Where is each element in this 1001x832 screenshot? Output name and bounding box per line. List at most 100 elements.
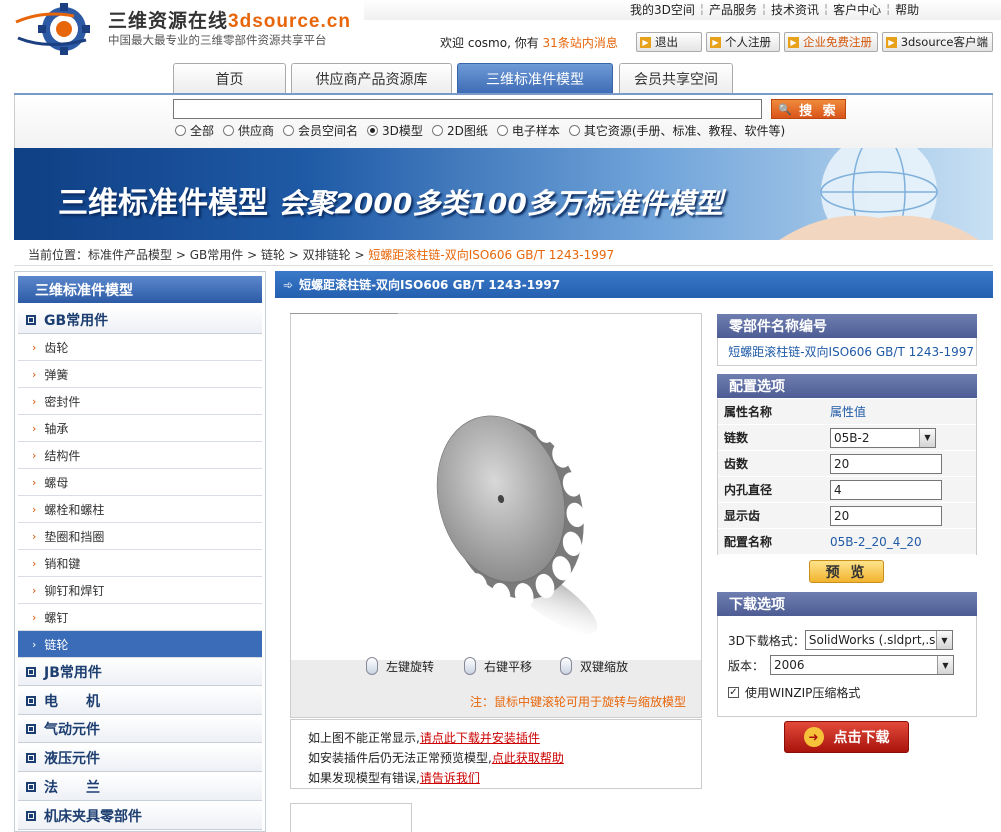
breadcrumb-link[interactable]: 链轮 — [261, 248, 285, 262]
download-button[interactable]: ➜ 点击下载 — [784, 721, 909, 753]
version-select[interactable]: 2006 ▼ — [770, 655, 954, 675]
chevron-right-icon: › — [32, 367, 37, 381]
scope-other-resources[interactable]: 其它资源(手册、标准、教程、软件等) — [568, 122, 785, 139]
scope-e-catalog[interactable]: 电子样本 — [496, 122, 560, 139]
site-logo[interactable] — [14, 2, 100, 56]
sidebar-item-seal[interactable]: › 密封件 — [18, 388, 262, 415]
chevron-right-icon: › — [32, 583, 37, 597]
top-link-my-3d-space[interactable]: 我的3D空间 — [630, 1, 695, 18]
breadcrumb-link[interactable]: 双排链轮 — [303, 248, 351, 262]
username: cosmo — [467, 36, 508, 50]
display-teeth-input[interactable]: 20 — [830, 505, 942, 526]
scope-all[interactable]: 全部 — [175, 122, 214, 139]
site-name-cn: 三维资源在线 — [108, 10, 229, 32]
personal-register-button[interactable]: ▶ 个人注册 — [706, 32, 780, 52]
chevron-down-icon: ▼ — [919, 428, 935, 447]
category-icon — [26, 782, 36, 792]
sidebar-item-spring[interactable]: › 弹簧 — [18, 361, 262, 388]
top-link-customer-center[interactable]: 客户中心 — [833, 1, 881, 18]
chevron-right-icon: › — [32, 421, 37, 435]
sidebar-category-motor[interactable]: 电 机 — [18, 688, 262, 715]
tab-home[interactable]: 首页 — [173, 63, 286, 94]
scope-supplier[interactable]: 供应商 — [223, 122, 274, 139]
download-arrow-icon: ➜ — [803, 727, 824, 747]
chevron-down-icon: ▼ — [937, 656, 953, 674]
category-icon — [26, 811, 36, 821]
sidebar-category-hydraulic[interactable]: 液压元件 — [18, 745, 262, 772]
radio-icon — [496, 125, 508, 136]
radio-icon — [568, 125, 580, 136]
sidebar-item-bearing[interactable]: › 轴承 — [18, 415, 262, 442]
category-icon — [26, 753, 36, 763]
sidebar: 三维标准件模型 GB常用件 › 齿轮 › 弹簧 › 密封件 › 轴承 › 结构件 › 螺母 … — [14, 271, 266, 832]
breadcrumb-link[interactable]: 标准件产品模型 — [88, 248, 172, 262]
banner: 三维标准件模型 会聚2000多类100多万标准件模型 — [14, 148, 993, 240]
config-row-teeth: 齿数 20 — [718, 451, 976, 477]
sidebar-category-jb[interactable]: JB常用件 — [18, 659, 262, 686]
tab-3d-standard-parts[interactable]: 三维标准件模型 — [457, 63, 613, 94]
top-link-product-service[interactable]: 产品服务 — [709, 1, 757, 18]
top-link-help[interactable]: 帮助 — [895, 1, 919, 18]
chain-select[interactable]: 05B-2 ▼ — [830, 427, 936, 448]
config-table: 属性名称 属性值 链数 05B-2 ▼ 齿数 20 内孔直径 4 显示齿 20 配置… — [717, 399, 977, 555]
part-name-value: 短螺距滚柱链-双向ISO606 GB/T 1243-1997 — [717, 338, 977, 366]
teeth-input[interactable]: 20 — [830, 453, 942, 474]
get-help-link[interactable]: 点此获取帮助 — [492, 751, 564, 765]
scope-member-space[interactable]: 会员空间名 — [283, 122, 358, 139]
top-links: 我的3D空间 ¦ 产品服务 ¦ 技术资讯 ¦ 客户中心 ¦ 帮助 — [630, 1, 920, 18]
breadcrumb-link[interactable]: GB常用件 — [190, 248, 244, 262]
search-input[interactable] — [173, 99, 762, 119]
format-row: 3D下载格式： SolidWorks (.sldprt,.s ▼ — [728, 630, 953, 650]
main-title: 短螺距滚柱链-双向ISO606 GB/T 1243-1997 — [299, 278, 561, 292]
mouse-both-icon — [560, 657, 572, 675]
install-plugin-link[interactable]: 请点此下载并安装插件 — [420, 731, 540, 745]
top-link-tech-news[interactable]: 技术资讯 — [771, 1, 819, 18]
sidebar-item-rivet[interactable]: › 铆钉和焊钉 — [18, 577, 262, 604]
sidebar-item-screw[interactable]: › 螺钉 — [18, 604, 262, 631]
client-download-button[interactable]: ▶ 3dsource客户端 — [882, 32, 993, 52]
logout-button[interactable]: ▶ 退出 — [636, 32, 702, 52]
config-row-bore: 内孔直径 4 — [718, 477, 976, 503]
radio-icon — [223, 125, 235, 136]
sidebar-item-structural[interactable]: › 结构件 — [18, 442, 262, 469]
winzip-checkbox[interactable]: ✓ — [728, 687, 739, 698]
site-title: 三维资源在线3dsource.cn — [108, 6, 351, 33]
config-header-row: 属性名称 属性值 — [718, 399, 976, 425]
sidebar-item-nut[interactable]: › 螺母 — [18, 469, 262, 496]
plugin-notes: 如上图不能正常显示,请点此下载并安装插件 如安装插件后仍无法正常预览模型,点此获… — [290, 719, 702, 789]
chevron-right-icon: › — [32, 529, 37, 543]
chevron-right-icon: › — [32, 475, 37, 489]
search-button[interactable]: 🔍 搜 索 — [771, 99, 846, 119]
config-row-name: 配置名称 05B-2_20_4_20 — [718, 529, 976, 555]
enterprise-register-button[interactable]: ▶ 企业免费注册 — [784, 32, 878, 52]
message-count-link[interactable]: 31条站内消息 — [543, 36, 618, 50]
bore-diameter-input[interactable]: 4 — [830, 479, 942, 500]
tab-supplier-library[interactable]: 供应商产品资源库 — [291, 63, 452, 94]
note-line: 如上图不能正常显示,请点此下载并安装插件 — [308, 731, 540, 745]
part-name-heading: 零部件名称编号 — [717, 314, 977, 338]
config-row-display-teeth: 显示齿 20 — [718, 503, 976, 529]
scope-3d-model[interactable]: 3D模型 — [367, 122, 423, 139]
sidebar-item-washer[interactable]: › 垫圈和挡圈 — [18, 523, 262, 550]
sidebar-category-gb[interactable]: GB常用件 — [18, 307, 262, 334]
format-select[interactable]: SolidWorks (.sldprt,.s ▼ — [804, 630, 953, 650]
tab-member-space[interactable]: 会员共享空间 — [619, 63, 733, 94]
radio-icon — [431, 125, 443, 136]
sidebar-title: 三维标准件模型 — [18, 276, 262, 303]
sidebar-item-bolt[interactable]: › 螺栓和螺柱 — [18, 496, 262, 523]
sprocket-model[interactable] — [401, 369, 611, 649]
sidebar-item-sprocket[interactable]: › 链轮 — [18, 631, 262, 658]
banner-title: 三维标准件模型 — [58, 186, 268, 221]
sidebar-category-fixture[interactable]: 机床夹具零部件 — [18, 803, 262, 830]
sidebar-item-gear[interactable]: › 齿轮 — [18, 334, 262, 361]
scope-2d-drawing[interactable]: 2D图纸 — [431, 122, 488, 139]
mouse-left-icon — [366, 657, 378, 675]
sidebar-category-pneumatic[interactable]: 气动元件 — [18, 716, 262, 743]
config-name-value: 05B-2_20_4_20 — [830, 534, 922, 549]
arrow-icon: ▶ — [710, 36, 721, 48]
sidebar-item-pin-key[interactable]: › 销和键 — [18, 550, 262, 577]
report-error-link[interactable]: 请告诉我们 — [420, 771, 480, 785]
preview-button[interactable]: 预 览 — [809, 560, 884, 583]
category-icon — [26, 667, 36, 677]
sidebar-category-flange[interactable]: 法 兰 — [18, 774, 262, 801]
